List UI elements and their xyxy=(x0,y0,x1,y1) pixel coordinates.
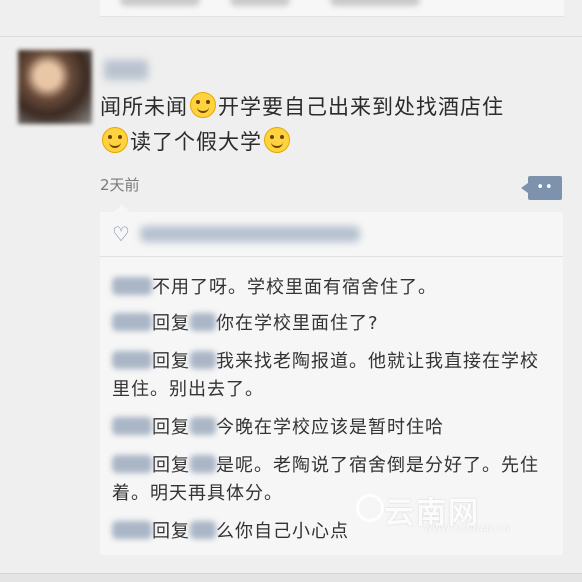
commenter-name-blurred[interactable] xyxy=(112,351,152,369)
comment-text: 么你自己小心点 xyxy=(216,521,349,542)
watermark-logo: 云南网 WWW.YUNNAN.CN xyxy=(356,488,510,533)
commenter-name-blurred[interactable] xyxy=(112,313,152,331)
smile-emoji-icon xyxy=(102,127,128,153)
next-post-edge xyxy=(0,573,582,582)
reply-target-name-blurred[interactable] xyxy=(190,521,216,539)
post-text: 闻所未闻 开学要自己出来到处找酒店住 读了个假大学 xyxy=(100,90,560,160)
reply-label: 回复 xyxy=(152,521,190,542)
likes-row: ♡ xyxy=(100,212,563,257)
reply-target-name-blurred[interactable] xyxy=(190,455,216,473)
avatar[interactable] xyxy=(18,50,92,124)
commenter-name-blurred[interactable] xyxy=(112,521,152,539)
reply-label: 回复 xyxy=(152,455,190,476)
comment-item[interactable]: 回复 你在学校里面住了? xyxy=(112,310,552,338)
comment-item[interactable]: 回复 是呢。老陶说了宿舍倒是分好了。先住着。明天再具体分。 xyxy=(112,452,552,508)
comment-item[interactable]: 回复 我来找老陶报道。他就让我直接在学校里住。别出去了。 xyxy=(112,348,552,404)
comment-text: 今晚在学校应该是暂时住哈 xyxy=(216,417,444,438)
comment-item[interactable]: 不用了呀。学校里面有宿舍住了。 xyxy=(112,274,552,302)
author-name-blurred[interactable] xyxy=(104,60,148,80)
comment-text: 你在学校里面住了? xyxy=(216,313,379,334)
commenter-name-blurred[interactable] xyxy=(112,455,152,473)
previous-post-text-blur xyxy=(120,0,200,6)
comment-text: 不用了呀。学校里面有宿舍住了。 xyxy=(152,277,437,298)
comments-panel: ♡ 不用了呀。学校里面有宿舍住了。 回复 你在学校里面住了? 回复 我来找老陶报道。… xyxy=(100,204,563,555)
watermark-subtext: WWW.YUNNAN.CN xyxy=(424,524,511,533)
reply-target-name-blurred[interactable] xyxy=(190,351,216,369)
post-timestamp: 2天前 xyxy=(100,176,140,194)
reply-label: 回复 xyxy=(152,351,190,372)
post-text-part-2: 开学要自己出来到处找酒店住 xyxy=(218,95,504,119)
likes-names-blurred[interactable] xyxy=(140,226,360,242)
comment-more-button[interactable]: •• xyxy=(521,176,562,200)
previous-post-text-blur xyxy=(330,0,420,6)
post-text-part-3: 读了个假大学 xyxy=(130,130,262,154)
reply-target-name-blurred[interactable] xyxy=(190,417,216,435)
watermark-icon xyxy=(356,494,384,522)
heart-outline-icon: ♡ xyxy=(112,222,130,246)
reply-label: 回复 xyxy=(152,417,190,438)
reply-label: 回复 xyxy=(152,313,190,334)
commenter-name-blurred[interactable] xyxy=(112,277,152,295)
commenter-name-blurred[interactable] xyxy=(112,417,152,435)
previous-post-card xyxy=(100,0,564,17)
smile-emoji-icon xyxy=(190,92,216,118)
smile-emoji-icon xyxy=(264,127,290,153)
comment-item[interactable]: 回复 今晚在学校应该是暂时住哈 xyxy=(112,414,552,442)
post-text-part-1: 闻所未闻 xyxy=(100,95,188,119)
post-divider xyxy=(0,36,582,37)
reply-target-name-blurred[interactable] xyxy=(190,313,216,331)
previous-post-text-blur xyxy=(230,0,290,6)
